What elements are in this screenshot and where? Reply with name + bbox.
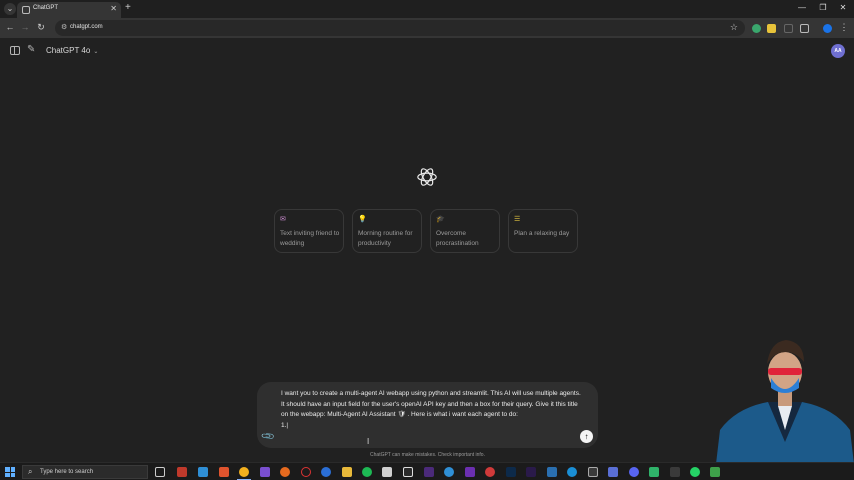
tab-close-icon[interactable]: ✕ — [110, 4, 117, 13]
extension-icon[interactable] — [752, 24, 761, 33]
taskbar-app-icon[interactable] — [608, 467, 618, 477]
window-close-button[interactable]: ✕ — [836, 3, 850, 12]
windows-start-icon[interactable] — [5, 467, 15, 477]
taskbar-app-icon[interactable] — [485, 467, 495, 477]
taskbar-app-icon[interactable] — [177, 467, 187, 477]
new-tab-button[interactable]: + — [125, 2, 131, 13]
back-button[interactable]: ← — [4, 22, 16, 32]
browser-toolbar: ← → ↻ ⚙ chatgpt.com ☆ ⋮ — [0, 18, 854, 38]
suggestion-label: Text inviting friend to wedding — [280, 230, 340, 247]
taskbar-app-icon[interactable] — [710, 467, 720, 477]
profile-icon[interactable] — [823, 24, 832, 33]
suggestion-card[interactable]: 💡 Morning routine for productivity — [352, 209, 422, 253]
terminal-icon[interactable] — [588, 467, 598, 477]
spotify-icon[interactable] — [362, 467, 372, 477]
suggestion-card[interactable]: 🎓 Overcome procrastination — [430, 209, 500, 253]
address-bar[interactable]: ⚙ chatgpt.com ☆ — [55, 20, 745, 36]
graduation-cap-icon: 🎓 — [436, 216, 445, 223]
taskbar-app-icon[interactable] — [465, 467, 475, 477]
browser-menu-icon[interactable]: ⋮ — [838, 22, 850, 33]
search-placeholder: Type here to search — [40, 469, 94, 475]
tab-search-button[interactable]: ⌄ — [4, 3, 16, 15]
taskbar-app-icon[interactable] — [198, 467, 208, 477]
taskbar-search-box[interactable]: ⌕ Type here to search — [22, 465, 148, 479]
premiere-icon[interactable] — [526, 467, 536, 477]
opera-icon[interactable] — [301, 467, 311, 477]
suggestion-label: Plan a relaxing day — [514, 230, 570, 237]
search-icon: ⌕ — [28, 467, 33, 476]
brave-browser-icon[interactable] — [219, 467, 229, 477]
taskbar-app-icon[interactable] — [321, 467, 331, 477]
photoshop-icon[interactable] — [506, 467, 516, 477]
model-label: ChatGPT 4o — [46, 46, 91, 55]
openai-logo-icon — [417, 168, 437, 186]
attach-paperclip-icon[interactable]: 📎 — [261, 429, 277, 445]
suggestion-card[interactable]: ✉ Text inviting friend to wedding — [274, 209, 344, 253]
taskbar-app-icon[interactable] — [444, 467, 454, 477]
firefox-icon[interactable] — [280, 467, 290, 477]
prompt-textarea[interactable]: I want you to create a multi-agent AI we… — [281, 389, 581, 431]
bookmark-star-icon[interactable]: ☆ — [730, 22, 738, 33]
taskbar-app-icon[interactable] — [649, 467, 659, 477]
extension-icon[interactable] — [784, 24, 793, 33]
suggestion-card[interactable]: ☰ Plan a relaxing day — [508, 209, 578, 253]
taskbar-app-icon[interactable] — [260, 467, 270, 477]
browser-tab[interactable]: ChatGPT ✕ — [17, 2, 121, 18]
extension-icon[interactable] — [767, 24, 776, 33]
taskbar-app-icon[interactable] — [567, 467, 577, 477]
taskbar-app-icon[interactable] — [424, 467, 434, 477]
notepad-icon[interactable] — [382, 467, 392, 477]
disclaimer-text: ChatGPT can make mistakes. Check importa… — [370, 452, 485, 458]
suggestion-label: Morning routine for productivity — [358, 230, 413, 247]
webcam-overlay — [716, 340, 854, 464]
taskbar-app-icon[interactable] — [547, 467, 557, 477]
file-explorer-icon[interactable] — [342, 467, 352, 477]
envelope-icon: ✉ — [280, 216, 286, 223]
minimize-button[interactable]: — — [795, 3, 809, 12]
model-selector[interactable]: ChatGPT 4o ⌄ — [46, 46, 98, 55]
avatar[interactable]: AA — [831, 44, 845, 58]
list-icon: ☰ — [514, 216, 521, 223]
chrome-browser-icon[interactable] — [237, 467, 251, 480]
chevron-down-icon: ⌄ — [93, 49, 99, 55]
discord-icon[interactable] — [629, 467, 639, 477]
screen: ⌄ ChatGPT ✕ + — ❐ ✕ ← → ↻ ⚙ chatgpt.com … — [0, 0, 854, 480]
reload-button[interactable]: ↻ — [35, 22, 47, 33]
capcut-icon[interactable] — [403, 467, 413, 477]
task-view-icon[interactable] — [155, 467, 165, 477]
sidebar-toggle-icon[interactable] — [10, 46, 20, 55]
send-button[interactable]: ↑ — [580, 430, 593, 443]
windows-taskbar: ⌕ Type here to search — [0, 462, 854, 480]
taskbar-app-icon[interactable] — [670, 467, 680, 477]
lightbulb-icon: 💡 — [358, 216, 367, 223]
whatsapp-icon[interactable] — [690, 467, 700, 477]
forward-button[interactable]: → — [19, 22, 31, 32]
message-composer: I want you to create a multi-agent AI we… — [257, 382, 598, 448]
tab-title: ChatGPT — [33, 5, 59, 11]
chatgpt-favicon-icon — [22, 6, 30, 14]
url-text: chatgpt.com — [70, 24, 103, 30]
new-chat-icon[interactable]: ✎ — [27, 44, 35, 55]
mouse-cursor-icon: I — [367, 437, 370, 446]
restore-button[interactable]: ❐ — [816, 3, 830, 12]
browser-tab-strip: ⌄ ChatGPT ✕ + — ❐ ✕ — [0, 0, 854, 18]
site-info-icon[interactable]: ⚙ — [61, 23, 67, 31]
extensions-puzzle-icon[interactable] — [800, 24, 809, 33]
suggestion-label: Overcome procrastination — [436, 230, 479, 247]
